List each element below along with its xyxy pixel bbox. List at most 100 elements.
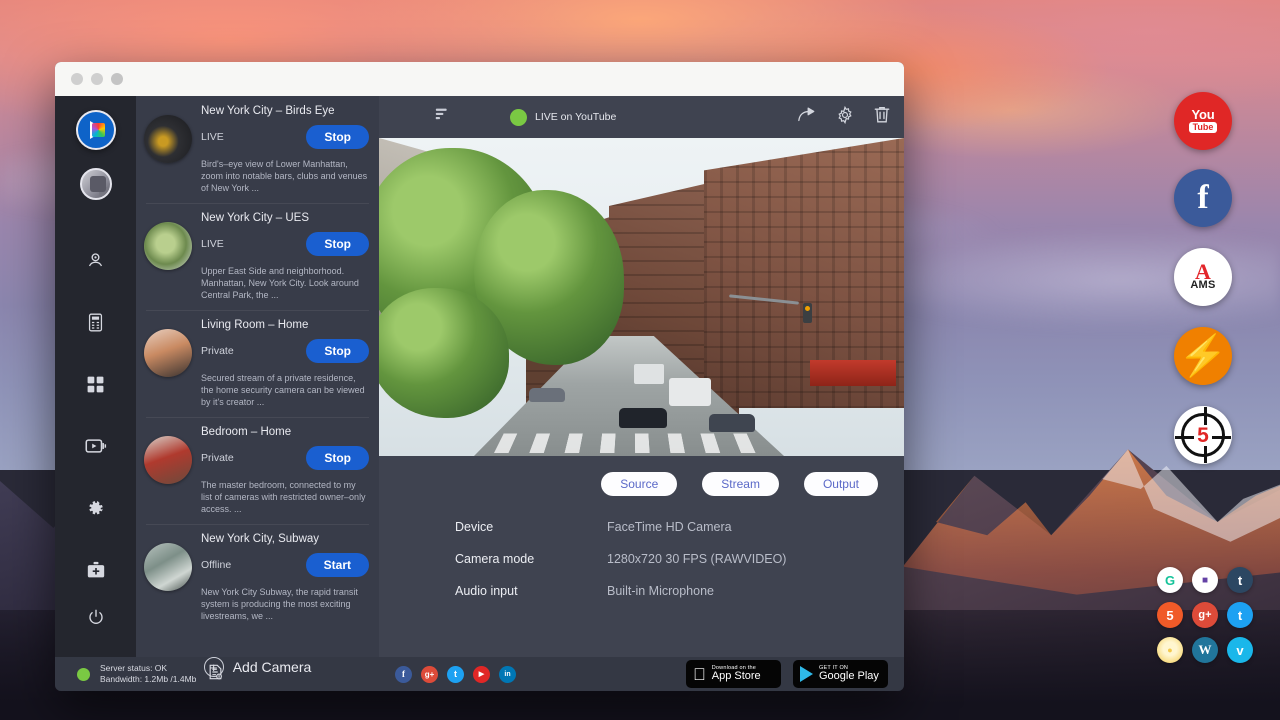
five-orange-glyph: 5 xyxy=(1166,608,1173,623)
app-store-big-text: App Store xyxy=(712,671,761,682)
camera-thumbnail xyxy=(144,222,192,270)
video-traffic-signal xyxy=(803,303,812,323)
dock-icon-youtube[interactable]: You Tube xyxy=(1174,92,1232,150)
camera-list-item[interactable]: New York City – Birds Eye LIVE Stop Bird… xyxy=(136,96,379,203)
window-titlebar[interactable] xyxy=(55,62,904,96)
dock-icon-facebook[interactable]: f xyxy=(1174,169,1232,227)
grid-icon xyxy=(86,375,105,394)
live-indicator-dot xyxy=(510,109,527,126)
sidebar-item-power[interactable] xyxy=(76,597,116,637)
document-icon[interactable] xyxy=(208,664,223,685)
tab-output[interactable]: Output xyxy=(804,472,878,496)
app-logo-icon[interactable] xyxy=(76,110,116,150)
camera-list-item[interactable]: Living Room – Home Private Stop Secured … xyxy=(136,310,379,417)
camera-status: LIVE xyxy=(201,131,224,143)
camera-list-item[interactable]: New York City, Subway Offline Start New … xyxy=(136,524,379,631)
window-minimize-button[interactable] xyxy=(91,73,103,85)
dock-icon-grammarly[interactable]: G xyxy=(1157,567,1183,593)
dock-icon-sun-app[interactable]: ● xyxy=(1157,637,1183,663)
facebook-glyph: f xyxy=(402,669,405,679)
dock-icon-five-target[interactable]: 5 xyxy=(1174,406,1232,464)
twitter-glyph: t xyxy=(1238,608,1242,623)
info-row-device: Device FaceTime HD Camera xyxy=(455,520,904,534)
video-car-far xyxy=(529,388,565,402)
segment-tabs: Source Stream Output xyxy=(379,456,904,496)
window-close-button[interactable] xyxy=(71,73,83,85)
youtube-glyph: ▶ xyxy=(479,670,484,678)
camera-action-button[interactable]: Stop xyxy=(306,232,369,256)
camera-action-button[interactable]: Stop xyxy=(306,446,369,470)
camera-list-item[interactable]: New York City – UES LIVE Stop Upper East… xyxy=(136,203,379,310)
camera-list-item[interactable]: Bedroom – Home Private Stop The master b… xyxy=(136,417,379,524)
info-value[interactable]: Built-in Microphone xyxy=(607,584,714,598)
camera-title: New York City, Subway xyxy=(201,533,369,545)
info-label: Audio input xyxy=(455,584,607,598)
dock-icon-twitter[interactable]: t xyxy=(1227,602,1253,628)
facebook-glyph: f xyxy=(1197,179,1208,217)
dock-icon-wordpress[interactable]: W xyxy=(1192,637,1218,663)
google-plus-glyph: g+ xyxy=(1198,609,1211,621)
dock-icon-wirecast[interactable]: ⚡ xyxy=(1174,327,1232,385)
adobe-a-mark: A xyxy=(1195,263,1211,280)
social-google-plus-icon[interactable]: g+ xyxy=(421,666,438,683)
sidebar-item-logs[interactable] xyxy=(76,302,116,342)
info-label: Camera mode xyxy=(455,552,607,566)
sidebar-item-cameras[interactable] xyxy=(76,240,116,280)
sidebar-item-dashboard[interactable] xyxy=(76,364,116,404)
video-preview[interactable] xyxy=(379,138,904,456)
dock-icon-vimeo[interactable]: v xyxy=(1227,637,1253,663)
google-play-icon xyxy=(800,666,813,682)
camera-description: Bird's–eye view of Lower Manhattan, zoom… xyxy=(201,158,369,194)
gear-icon[interactable] xyxy=(836,106,854,129)
main-toolbar: LIVE on YouTube xyxy=(379,96,904,138)
dock-icon-tumblr[interactable]: t xyxy=(1227,567,1253,593)
dock-icon-twitch[interactable]: ■ xyxy=(1192,567,1218,593)
dock-icon-google-plus[interactable]: g+ xyxy=(1192,602,1218,628)
camera-status: Private xyxy=(201,345,234,357)
info-value[interactable]: 1280x720 30 FPS (RAWVIDEO) xyxy=(607,552,786,566)
video-player-icon xyxy=(85,437,107,455)
app-window: New York City – Birds Eye LIVE Stop Bird… xyxy=(55,62,904,691)
video-red-awning xyxy=(810,360,896,386)
dock-icon-adobe-ams[interactable]: A AMS xyxy=(1174,248,1232,306)
camera-description: Upper East Side and neighborhood. Manhat… xyxy=(201,265,369,301)
share-icon[interactable] xyxy=(797,106,816,129)
camera-status: Private xyxy=(201,452,234,464)
sidebar-item-settings[interactable] xyxy=(76,488,116,528)
video-car-side xyxy=(709,414,755,432)
dock-icon-five-orange[interactable]: 5 xyxy=(1157,602,1183,628)
google-play-badge[interactable]: GET IT ON Google Play xyxy=(793,660,888,688)
camera-action-button[interactable]: Start xyxy=(306,553,369,577)
info-value[interactable]: FaceTime HD Camera xyxy=(607,520,732,534)
video-tree-3 xyxy=(379,288,509,418)
camera-action-button[interactable]: Stop xyxy=(306,339,369,363)
social-facebook-icon[interactable]: f xyxy=(395,666,412,683)
camera-title: New York City – Birds Eye xyxy=(201,105,369,117)
app-store-badge[interactable]:  Download on the App Store xyxy=(686,660,781,688)
tab-source[interactable]: Source xyxy=(601,472,677,496)
tab-stream[interactable]: Stream xyxy=(702,472,779,496)
info-label: Device xyxy=(455,520,607,534)
camera-action-button[interactable]: Stop xyxy=(306,125,369,149)
social-linkedin-icon[interactable]: in xyxy=(499,666,516,683)
video-truck xyxy=(669,378,711,406)
sort-icon[interactable] xyxy=(435,107,450,127)
window-maximize-button[interactable] xyxy=(111,73,123,85)
server-status-text: Server status: OK xyxy=(100,663,196,674)
social-links: f g+ t ▶ in xyxy=(395,666,516,683)
wordpress-glyph: W xyxy=(1199,642,1212,658)
sidebar-item-player[interactable] xyxy=(76,426,116,466)
camera-status: LIVE xyxy=(201,238,224,250)
toolbar-actions xyxy=(797,106,890,129)
social-youtube-icon[interactable]: ▶ xyxy=(473,666,490,683)
camera-description: The master bedroom, connected to my list… xyxy=(201,479,369,515)
youtube-line1: You xyxy=(1192,109,1215,121)
sidebar-item-add-device[interactable] xyxy=(76,550,116,590)
vimeo-glyph: v xyxy=(1236,643,1243,658)
trash-icon[interactable] xyxy=(874,106,890,129)
app-store-badges:  Download on the App Store GET IT ON Go… xyxy=(686,660,904,688)
server-status-indicator xyxy=(77,668,90,681)
avatar[interactable] xyxy=(80,168,112,200)
social-twitter-icon[interactable]: t xyxy=(447,666,464,683)
linkedin-glyph: in xyxy=(504,671,510,678)
